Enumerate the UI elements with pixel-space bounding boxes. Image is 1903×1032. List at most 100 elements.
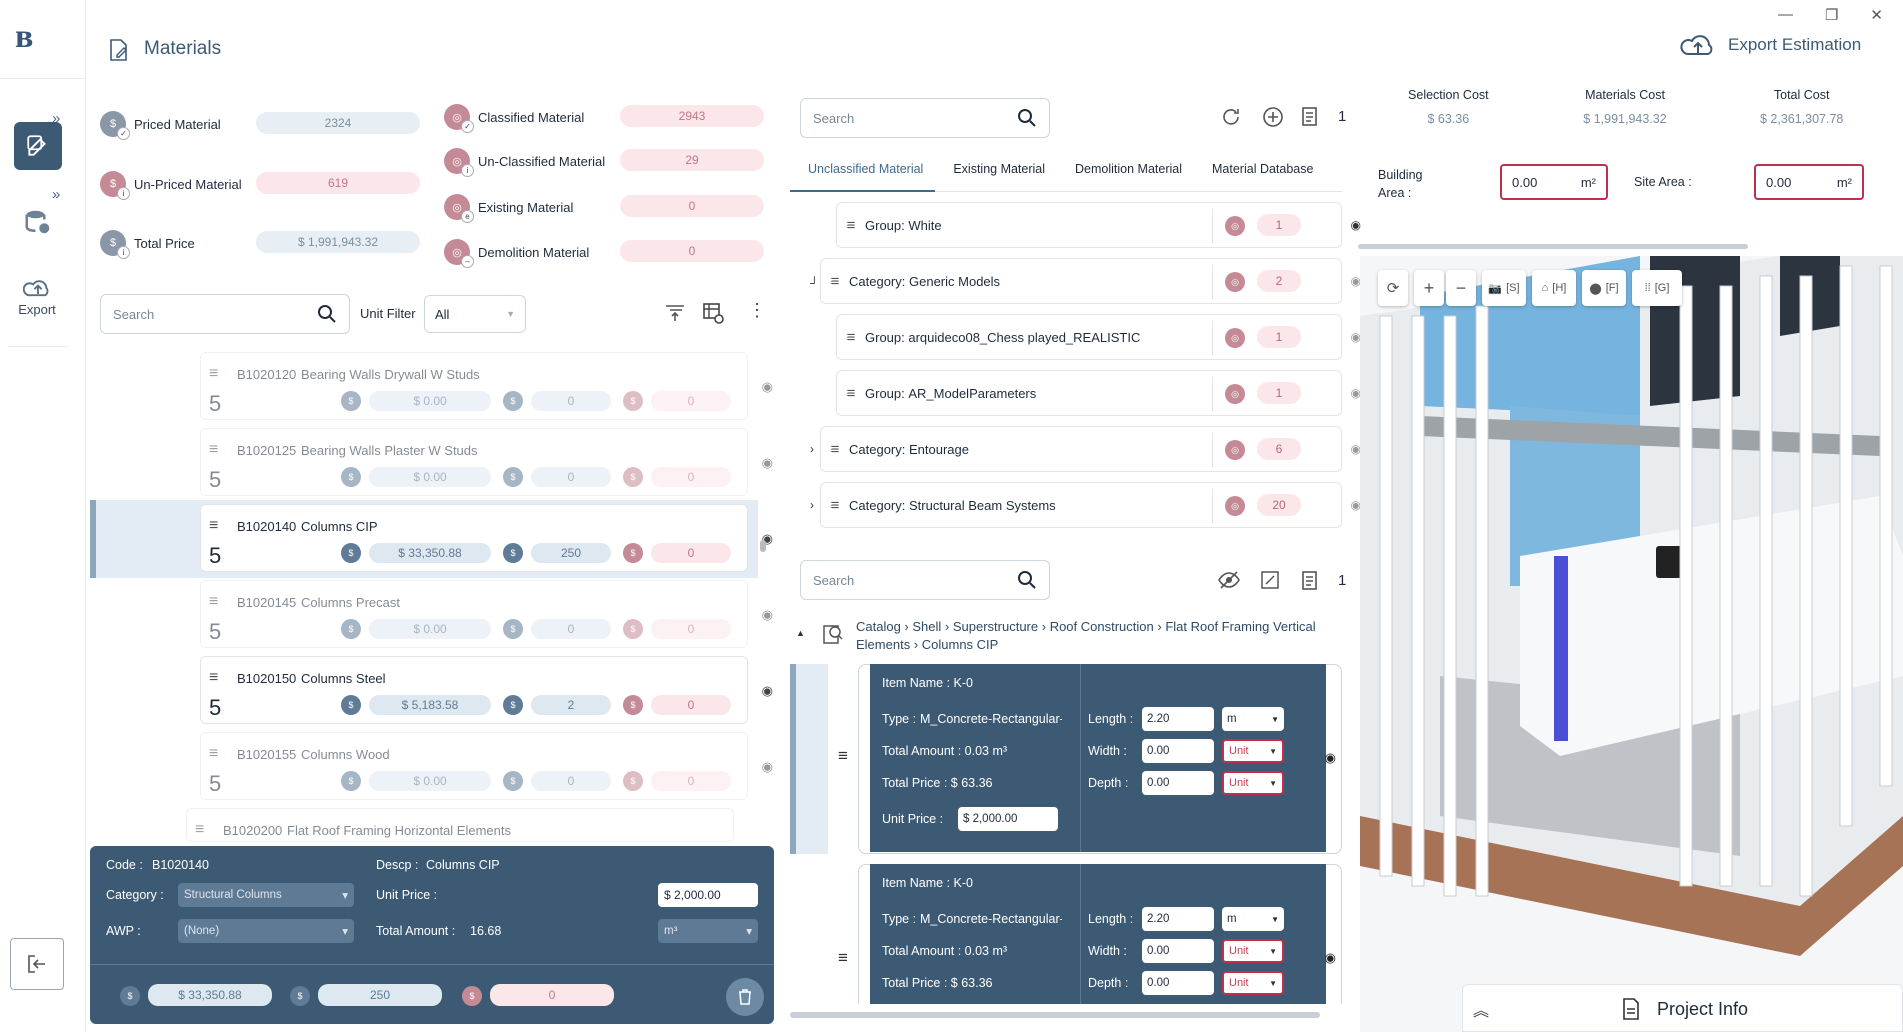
length-input[interactable]: 2.20 [1142,907,1214,931]
materials-nav-button[interactable] [14,122,62,170]
delete-button[interactable] [726,978,764,1016]
drag-handle-icon[interactable]: ≡ [821,441,849,458]
width-input[interactable]: 0.00 [1142,739,1214,763]
zoom-in-button[interactable]: + [1414,270,1444,306]
tab-demolition-material[interactable]: Demolition Material [1057,156,1194,192]
depth-input[interactable]: 0.00 [1142,971,1214,995]
export-estimation-button[interactable]: Export Estimation [1680,32,1861,58]
tab-existing-material[interactable]: Existing Material [935,156,1057,192]
document-list-icon[interactable] [1300,570,1320,592]
items-search-input[interactable]: Search [800,560,1050,600]
close-button[interactable]: ✕ [1870,6,1883,24]
add-circle-icon[interactable] [1262,106,1284,128]
drag-handle-icon[interactable]: ≡ [838,746,848,766]
visibility-eye-icon[interactable]: ◉ [762,683,773,699]
width-unit-select[interactable]: Unit ▼ [1222,739,1284,763]
model-viewer[interactable]: ⟳ + − 📷 [S] ⌂ [H] ⬤ [F] ⁞⁞ [G] [1360,256,1903,1032]
collapse-arrow-icon[interactable]: ┘ [810,276,819,290]
tab-material-database[interactable]: Material Database [1194,156,1325,192]
drag-handle-icon[interactable]: ≡ [837,329,865,346]
material-row[interactable]: ≡ 5 B1020155 Columns Wood $ $ 0.00 $0 $0 ◉ [200,732,773,800]
visibility-eye-icon[interactable]: ◉ [762,455,773,471]
building-area-input[interactable]: 0.00 m² [1500,164,1608,200]
visibility-eye-icon[interactable]: ◉ [762,379,773,395]
material-row[interactable]: ≡ 5 B1020150 Columns Steel $ $ 5,183.58 $2 $0 ◉ [200,656,773,724]
material-row[interactable]: ≡ 5 B1020120 Bearing Walls Drywall W Studs $… [200,352,773,420]
visibility-eye-icon[interactable]: ◉ [1325,950,1336,966]
sort-icon[interactable] [664,304,686,322]
restore-button[interactable]: ❐ [1825,6,1838,24]
visibility-eye-icon[interactable]: ◉ [1325,750,1336,766]
drag-handle-icon[interactable]: ≡ [209,593,218,611]
drag-handle-icon[interactable]: ≡ [821,497,849,514]
minimize-button[interactable]: — [1778,6,1793,24]
expand-arrow-icon[interactable]: › [810,498,814,512]
items-scrollbar[interactable] [790,1012,1320,1018]
visibility-eye-icon[interactable]: ◉ [1351,218,1361,232]
material-row[interactable]: ≡ B1020200 Flat Roof Framing Horizontal El… [186,808,734,842]
search-icon[interactable] [317,304,337,324]
visibility-eye-icon[interactable]: ◉ [762,759,773,775]
tree-row[interactable]: ≡ Category: Entourage ◎ 6 ◉ [820,426,1361,472]
visibility-eye-icon[interactable]: ◉ [762,607,773,623]
breadcrumb-item[interactable]: Superstructure [953,619,1038,634]
tab-unclassified-material[interactable]: Unclassified Material [790,156,936,192]
item-card[interactable]: ≡ Item Name : K-0 Type : M_Concrete-Rect… [790,864,1342,1004]
width-input[interactable]: 0.00 [1142,939,1214,963]
search-icon[interactable] [1017,108,1037,128]
home-view-button[interactable]: ⌂ [H] [1532,270,1576,306]
screenshot-button[interactable]: 📷 [S] [1482,270,1526,306]
unit-price-input[interactable]: $ 2,000.00 [958,807,1058,831]
project-info-bar[interactable]: ︽ Project Info [1462,984,1903,1032]
depth-unit-select[interactable]: Unit ▼ [1222,771,1284,795]
length-unit-select[interactable]: m ▼ [1222,707,1284,731]
materials-search-input[interactable]: Search [100,294,350,334]
list-scrollbar[interactable] [760,540,766,552]
grid-button[interactable]: ⁞⁞ [G] [1632,270,1682,306]
drag-handle-icon[interactable]: ≡ [838,948,848,968]
table-settings-icon[interactable] [702,302,724,324]
database-nav-button[interactable] [14,198,62,246]
expand-up-icon[interactable]: ︽ [1473,997,1489,1021]
tree-row[interactable]: ≡ Group: arquideco08_Chess played_REALIST… [836,314,1361,360]
drag-handle-icon[interactable]: ≡ [209,365,218,383]
material-row[interactable]: ≡ 5 B1020145 Columns Precast $ $ 0.00 $0 $0 ◉ [200,580,773,648]
breadcrumb-item[interactable]: Columns CIP [922,637,999,652]
drag-handle-icon[interactable]: ≡ [821,273,849,290]
material-row[interactable]: ≡ 5 B1020125 Bearing Walls Plaster W Studs $… [200,428,773,496]
tree-row[interactable]: ≡ Category: Generic Models ◎ 2 ◉ [820,258,1361,304]
drag-handle-icon[interactable]: ≡ [209,517,218,535]
item-card[interactable]: ≡ Item Name : K-0 Type : M_Concrete-Rect… [790,664,1342,854]
awp-select[interactable]: (None) ▾ [178,919,354,943]
category-select[interactable]: Structural Columns ▾ [178,883,354,907]
breadcrumb-item[interactable]: Shell [912,619,941,634]
document-list-icon[interactable] [1300,106,1320,128]
depth-unit-select[interactable]: Unit ▼ [1222,971,1284,995]
breadcrumb-item[interactable]: Catalog [856,619,901,634]
tree-row[interactable]: ≡ Group: White ◎ 1 ◉ [836,202,1361,248]
drag-handle-icon[interactable]: ≡ [837,385,865,402]
unit-filter-select[interactable]: All ▼ [424,295,526,333]
zoom-out-button[interactable]: − [1446,270,1476,306]
width-unit-select[interactable]: Unit ▼ [1222,939,1284,963]
depth-input[interactable]: 0.00 [1142,771,1214,795]
search-icon[interactable] [1017,570,1037,590]
tree-search-input[interactable]: Search [800,98,1050,138]
logout-button[interactable] [10,938,64,990]
tree-row[interactable]: ≡ Group: AR_ModelParameters ◎ 1 ◉ [836,370,1361,416]
material-row[interactable]: ≡ 5 B1020140 Columns CIP $ $ 33,350.88 $250 $0 ◉ [200,504,773,572]
collapse-arrow-icon[interactable]: ▲ [796,628,805,638]
drag-handle-icon[interactable]: ≡ [209,441,218,459]
refresh-icon[interactable] [1220,106,1242,128]
unit-price-input[interactable]: $ 2,000.00 [658,883,758,907]
cost-scrollbar[interactable] [1358,244,1748,249]
site-area-input[interactable]: 0.00 m² [1754,164,1864,200]
drag-handle-icon[interactable]: ≡ [837,217,865,234]
hide-eye-icon[interactable] [1218,570,1240,590]
breadcrumb-item[interactable]: Roof Construction [1050,619,1154,634]
drag-handle-icon[interactable]: ≡ [209,669,218,687]
rotate-view-button[interactable]: ⟳ [1378,270,1408,306]
length-unit-select[interactable]: m ▼ [1222,907,1284,931]
drag-handle-icon[interactable]: ≡ [195,821,204,839]
focus-button[interactable]: ⬤ [F] [1582,270,1626,306]
